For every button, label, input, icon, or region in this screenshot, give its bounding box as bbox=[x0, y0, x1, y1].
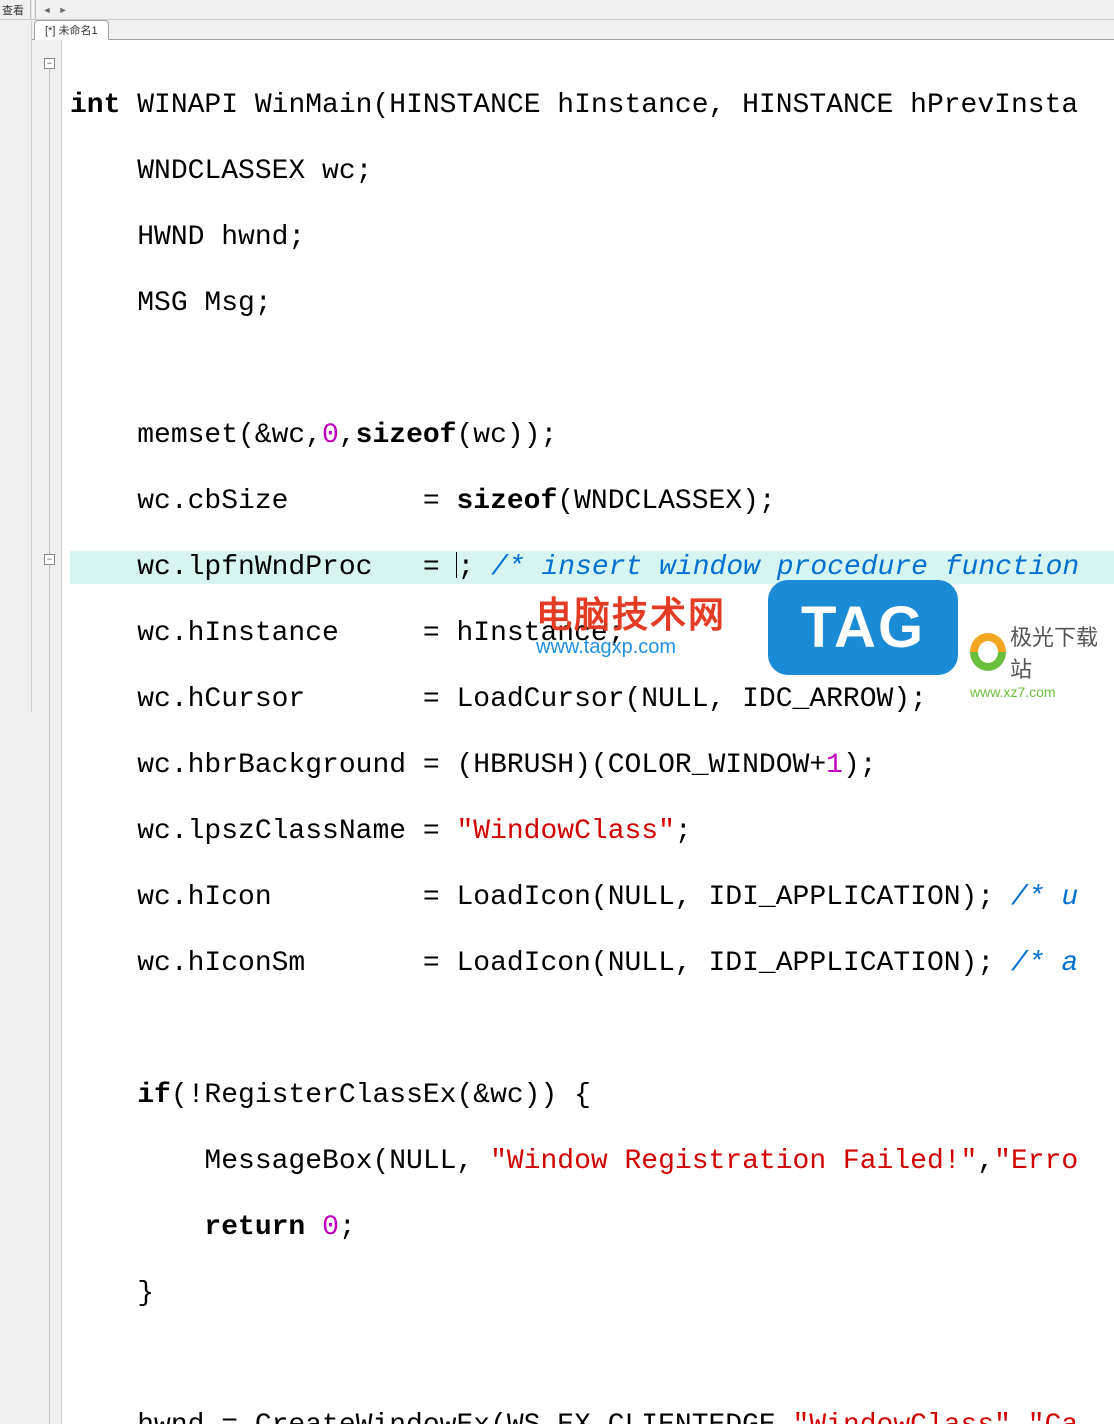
code-text: ; bbox=[675, 816, 692, 847]
watermark-xz7: 极光下载站 www.xz7.com bbox=[970, 620, 1114, 700]
code-text: , bbox=[1011, 1410, 1028, 1424]
watermark-text: 电脑技术网 bbox=[536, 586, 726, 638]
code-line bbox=[70, 353, 1114, 386]
string: "Erro bbox=[994, 1146, 1078, 1177]
keyword: if bbox=[137, 1080, 171, 1111]
string: "WindowClass" bbox=[456, 816, 674, 847]
comment: /* insert window procedure function bbox=[491, 552, 1079, 583]
code-text: wc.hIcon = LoadIcon(NULL, IDI_APPLICATIO… bbox=[70, 882, 1011, 913]
watermark-url: www.tagxp.com bbox=[536, 636, 726, 659]
code-line: wc.lpszClassName = "WindowClass"; bbox=[70, 815, 1114, 848]
text-cursor bbox=[456, 552, 457, 578]
code-text: wc.cbSize = bbox=[70, 486, 456, 517]
code-text: } bbox=[70, 1278, 154, 1309]
nav-prev-icon[interactable]: ◄ bbox=[40, 3, 54, 17]
code-line: HWND hwnd; bbox=[70, 221, 1114, 254]
code-text: , bbox=[339, 420, 356, 451]
string: "WindowClass" bbox=[793, 1410, 1011, 1424]
code-text: ; bbox=[339, 1212, 356, 1243]
code-line: wc.hCursor = LoadCursor(NULL, IDC_ARROW)… bbox=[70, 683, 1114, 716]
code-text: MessageBox(NULL, bbox=[70, 1146, 490, 1177]
number: 0 bbox=[322, 420, 339, 451]
code-text: ; bbox=[457, 552, 491, 583]
code-text: WNDCLASSEX wc; bbox=[70, 156, 372, 187]
keyword: sizeof bbox=[356, 420, 457, 451]
code-text: (WNDCLASSEX); bbox=[557, 486, 775, 517]
code-text bbox=[70, 1212, 204, 1243]
code-text: wc.hIconSm = LoadIcon(NULL, IDI_APPLICAT… bbox=[70, 948, 1011, 979]
view-menu-label[interactable]: 查看 bbox=[0, 2, 30, 18]
editor-area: − − int WINAPI WinMain(HINSTANCE hInstan… bbox=[32, 40, 1114, 1424]
fold-toggle-icon[interactable]: − bbox=[44, 554, 55, 565]
string: "Window Registration Failed!" bbox=[490, 1146, 977, 1177]
fold-line bbox=[49, 68, 50, 1424]
swirl-icon bbox=[970, 633, 1006, 671]
string: "Ca bbox=[1028, 1410, 1078, 1424]
code-line bbox=[70, 1343, 1114, 1376]
code-text: , bbox=[977, 1146, 994, 1177]
code-text: wc.hCursor = LoadCursor(NULL, IDC_ARROW)… bbox=[70, 684, 927, 715]
watermark-url: www.xz7.com bbox=[970, 684, 1114, 700]
keyword: sizeof bbox=[456, 486, 557, 517]
code-line: MessageBox(NULL, "Window Registration Fa… bbox=[70, 1145, 1114, 1178]
nav-next-icon[interactable]: ► bbox=[56, 3, 70, 17]
code-text: (!RegisterClassEx(&wc)) { bbox=[171, 1080, 591, 1111]
code-line-highlighted: wc.lpfnWndProc = ; /* insert window proc… bbox=[70, 551, 1114, 584]
watermark-text: 极光下载站 bbox=[1010, 620, 1114, 684]
code-text: MSG Msg; bbox=[70, 288, 272, 319]
tag-badge: TAG bbox=[768, 580, 958, 675]
code-text: wc.hbrBackground = (HBRUSH)(COLOR_WINDOW… bbox=[70, 750, 826, 781]
code-editor[interactable]: int WINAPI WinMain(HINSTANCE hInstance, … bbox=[62, 40, 1114, 1424]
code-text: wc.lpszClassName = bbox=[70, 816, 456, 847]
code-text: memset(&wc, bbox=[70, 420, 322, 451]
number: 0 bbox=[322, 1212, 339, 1243]
code-line: int WINAPI WinMain(HINSTANCE hInstance, … bbox=[70, 89, 1114, 122]
nav-arrows: ◄ ► bbox=[36, 3, 74, 17]
comment: /* u bbox=[1011, 882, 1078, 913]
code-text: HWND hwnd; bbox=[70, 222, 305, 253]
code-line: wc.hIconSm = LoadIcon(NULL, IDI_APPLICAT… bbox=[70, 947, 1114, 980]
code-line: return 0; bbox=[70, 1211, 1114, 1244]
code-text: WINAPI WinMain(HINSTANCE hInstance, HINS… bbox=[120, 90, 1078, 121]
code-line: wc.hbrBackground = (HBRUSH)(COLOR_WINDOW… bbox=[70, 749, 1114, 782]
code-text: (wc)); bbox=[457, 420, 558, 451]
code-line: wc.cbSize = sizeof(WNDCLASSEX); bbox=[70, 485, 1114, 518]
code-line: wc.hIcon = LoadIcon(NULL, IDI_APPLICATIO… bbox=[70, 881, 1114, 914]
code-line: WNDCLASSEX wc; bbox=[70, 155, 1114, 188]
folding-gutter: − − bbox=[32, 40, 62, 1424]
code-line: hwnd = CreateWindowEx(WS_EX_CLIENTEDGE,"… bbox=[70, 1409, 1114, 1424]
fold-toggle-icon[interactable]: − bbox=[44, 58, 55, 69]
tab-strip: [*] 未命名1 bbox=[32, 20, 1114, 40]
code-text: ); bbox=[843, 750, 877, 781]
top-toolbar: 查看 ◄ ► bbox=[0, 0, 1114, 20]
code-line: if(!RegisterClassEx(&wc)) { bbox=[70, 1079, 1114, 1112]
watermark-logo: 极光下载站 bbox=[970, 620, 1114, 684]
code-line: MSG Msg; bbox=[70, 287, 1114, 320]
side-gutter bbox=[0, 20, 32, 712]
number: 1 bbox=[826, 750, 843, 781]
keyword: int bbox=[70, 90, 120, 121]
code-line: memset(&wc,0,sizeof(wc)); bbox=[70, 419, 1114, 452]
comment: /* a bbox=[1011, 948, 1078, 979]
watermark-tagxp: 电脑技术网 www.tagxp.com bbox=[536, 586, 726, 659]
code-line: } bbox=[70, 1277, 1114, 1310]
code-text: wc.lpfnWndProc = bbox=[70, 552, 456, 583]
keyword: return bbox=[204, 1212, 305, 1243]
code-text bbox=[70, 1080, 137, 1111]
tab-file[interactable]: [*] 未命名1 bbox=[34, 20, 109, 40]
code-line bbox=[70, 1013, 1114, 1046]
code-text bbox=[305, 1212, 322, 1243]
code-text: hwnd = CreateWindowEx(WS_EX_CLIENTEDGE, bbox=[70, 1410, 793, 1424]
